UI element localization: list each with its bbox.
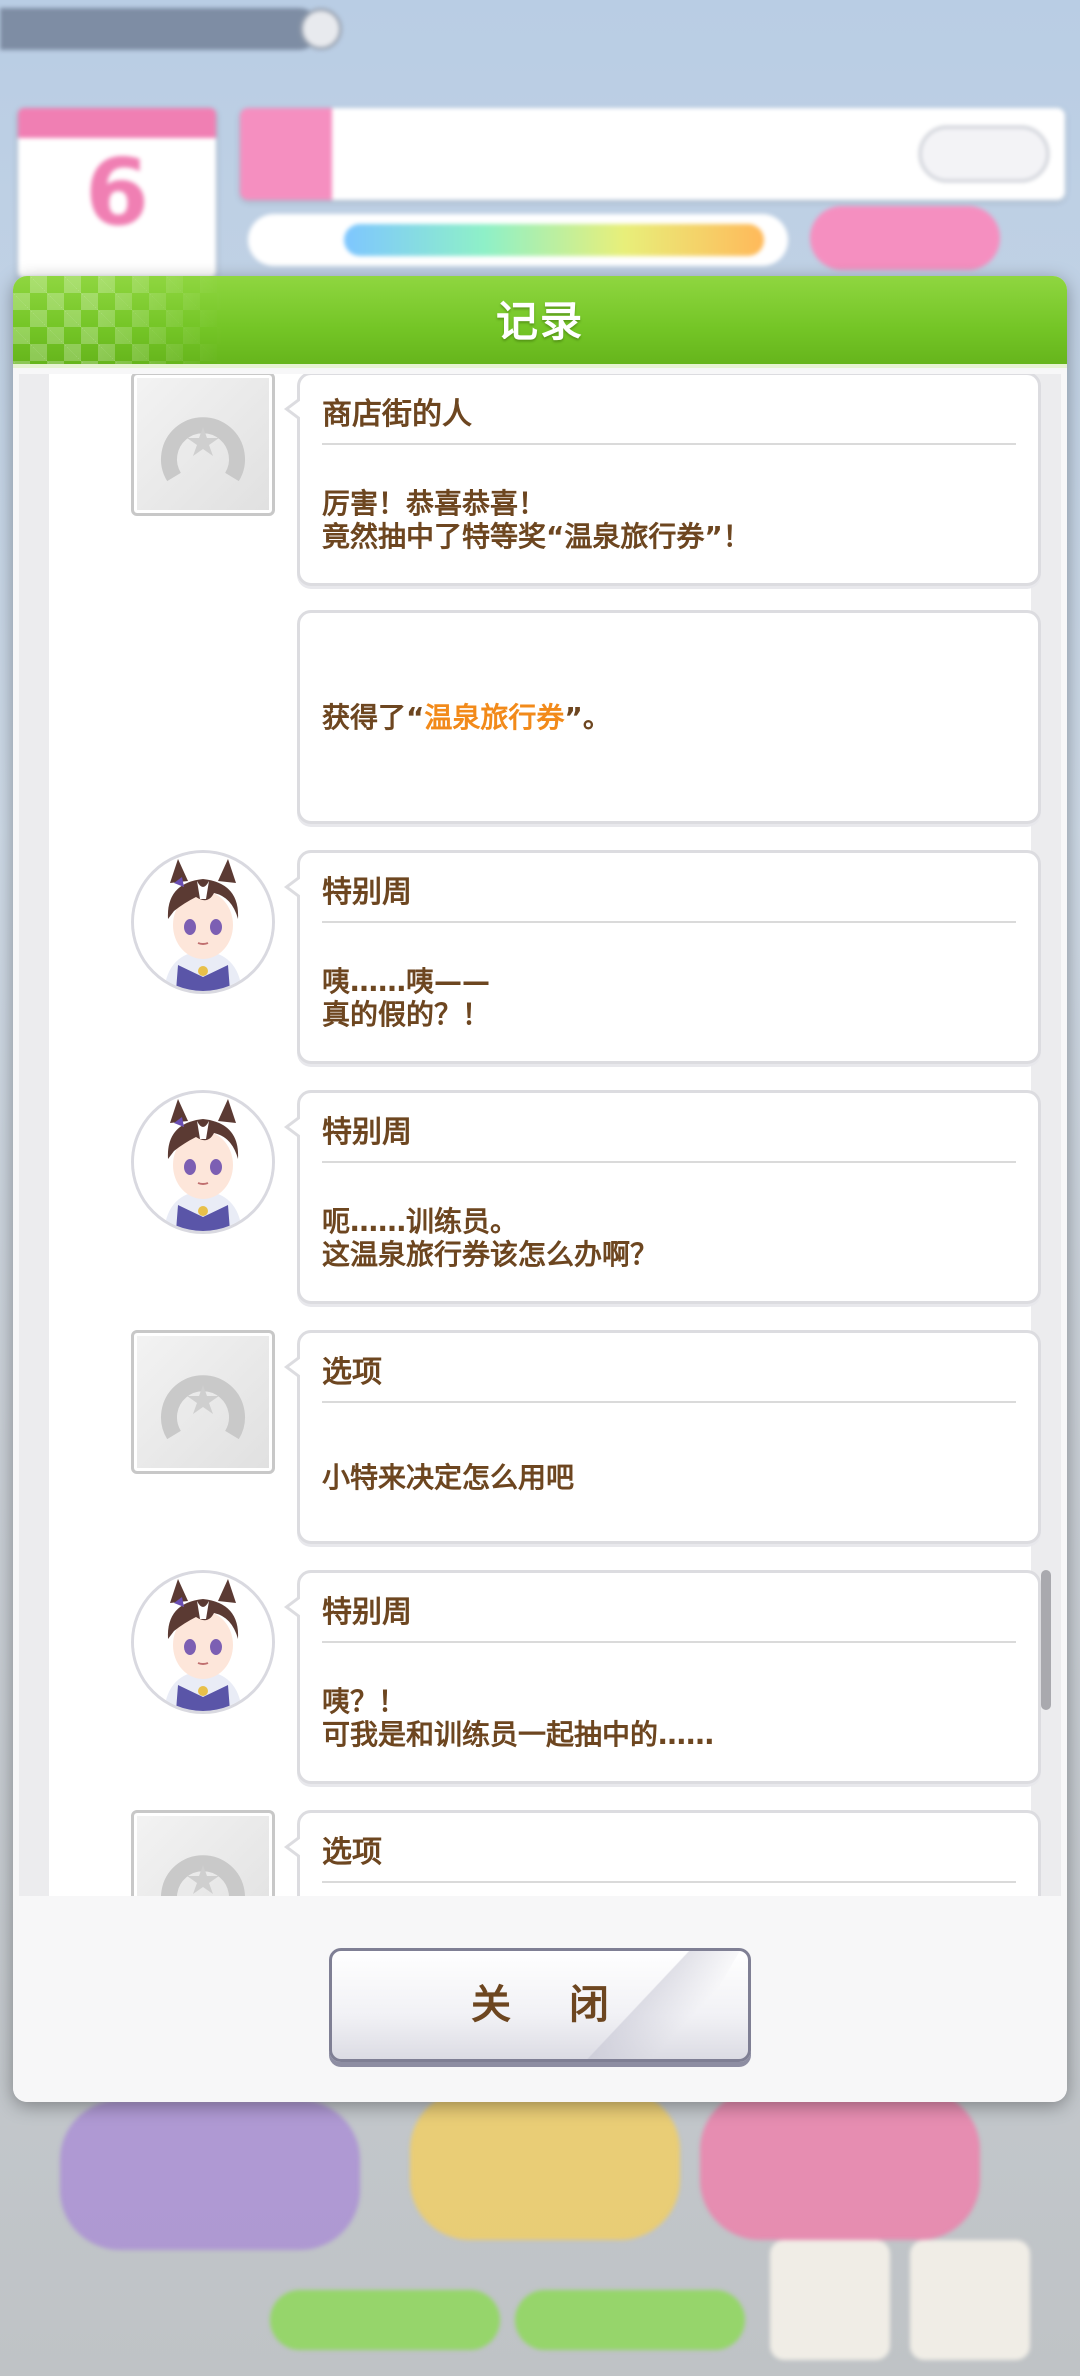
system-message-bubble: 获得了“温泉旅行券”。	[297, 610, 1041, 824]
divider	[322, 1401, 1016, 1403]
special-week-portrait	[131, 850, 275, 994]
close-button[interactable]: 关 闭	[329, 1948, 751, 2062]
log-message: 咦……咦—— 真的假的？！	[322, 965, 491, 1031]
log-bubble: 特别周 咦……咦—— 真的假的？！	[284, 850, 1041, 1064]
divider	[322, 921, 1016, 923]
dialog-footer: 关 闭	[13, 1906, 1067, 2102]
bg-pink-button	[810, 206, 1000, 270]
speaker-name: 特别周	[322, 1595, 412, 1630]
log-list: 商店街的人 厉害！恭喜恭喜！ 竟然抽中了特等奖“温泉旅行券”！ 获得了“温泉旅行…	[19, 374, 1061, 1896]
log-bubble: 特别周 咦？！ 可我是和训练员一起抽中的……	[284, 1570, 1041, 1784]
bg-menu-button-green-1	[270, 2290, 500, 2350]
speaker-name: 选项	[322, 1355, 382, 1390]
log-message: 厉害！恭喜恭喜！ 竟然抽中了特等奖“温泉旅行券”！	[322, 487, 751, 553]
log-message: 咦？！ 可我是和训练员一起抽中的……	[322, 1685, 715, 1751]
dialog-header: 记录	[13, 276, 1067, 368]
speaker-name: 特别周	[322, 1115, 412, 1150]
bg-menu-button-hamburger	[910, 2240, 1030, 2360]
speaker-name: 特别周	[322, 875, 412, 910]
horseshoe-placeholder-icon	[131, 1810, 275, 1896]
bg-menu-button-yellow	[410, 2090, 680, 2240]
bg-stamina-bar	[248, 214, 788, 266]
bg-menu-button-purple	[60, 2100, 360, 2250]
bg-top-bar	[0, 8, 320, 50]
bg-menu-button-green-2	[515, 2290, 745, 2350]
item-name-highlight: 温泉旅行券	[424, 700, 565, 734]
scrollbar-thumb[interactable]	[1041, 1570, 1051, 1710]
log-bubble: 选项	[284, 1810, 1041, 1896]
log-dialog: 记录 商店街的人 厉害！恭喜恭喜！ 竟然抽中了特等奖“温泉旅行券”！ 获得了“温…	[13, 276, 1067, 2102]
special-week-portrait	[131, 1570, 275, 1714]
divider	[322, 443, 1016, 445]
divider	[322, 1641, 1016, 1643]
bg-menu-button-log	[770, 2240, 890, 2360]
system-message-prefix: 获得了“	[322, 700, 425, 734]
log-bubble: 特别周 呃……训练员。 这温泉旅行券该怎么办啊？	[284, 1090, 1041, 1304]
divider	[322, 1881, 1016, 1883]
bg-goal-panel	[240, 108, 1065, 200]
log-bubble: 选项 小特来决定怎么用吧	[284, 1330, 1041, 1544]
log-message: 小特来决定怎么用吧	[322, 1461, 575, 1494]
bg-round-button	[300, 8, 342, 50]
log-bubble: 商店街的人 厉害！恭喜恭喜！ 竟然抽中了特等奖“温泉旅行券”！	[284, 374, 1041, 586]
horseshoe-placeholder-icon	[131, 374, 275, 516]
bg-calendar-day: 6	[84, 139, 149, 246]
special-week-portrait	[131, 1090, 275, 1234]
bg-menu-button-pink	[700, 2090, 980, 2240]
divider	[322, 1161, 1016, 1163]
system-message-suffix: ”。	[564, 700, 611, 734]
close-button-label: 关 闭	[471, 1982, 631, 2028]
system-message: 获得了“温泉旅行券”。	[322, 613, 1016, 821]
horseshoe-placeholder-icon	[131, 1330, 275, 1474]
dialog-title: 记录	[495, 297, 584, 346]
speaker-name: 选项	[322, 1835, 382, 1870]
log-scroll-area[interactable]: 商店街的人 厉害！恭喜恭喜！ 竟然抽中了特等奖“温泉旅行券”！ 获得了“温泉旅行…	[19, 374, 1061, 1896]
bg-calendar: 6	[18, 108, 216, 278]
speaker-name: 商店街的人	[322, 397, 472, 432]
log-message: 呃……训练员。 这温泉旅行券该怎么办啊？	[322, 1205, 659, 1271]
